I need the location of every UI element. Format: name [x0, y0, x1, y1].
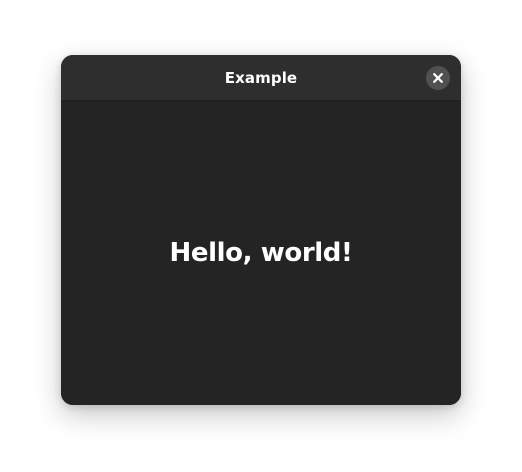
close-button[interactable] — [426, 66, 450, 90]
window-titlebar[interactable]: Example — [61, 55, 461, 101]
window-title: Example — [224, 69, 298, 87]
app-window: Example Hello, world! — [61, 55, 461, 405]
window-content: Hello, world! — [61, 101, 461, 405]
hello-label: Hello, world! — [169, 238, 353, 268]
close-icon — [432, 72, 444, 84]
